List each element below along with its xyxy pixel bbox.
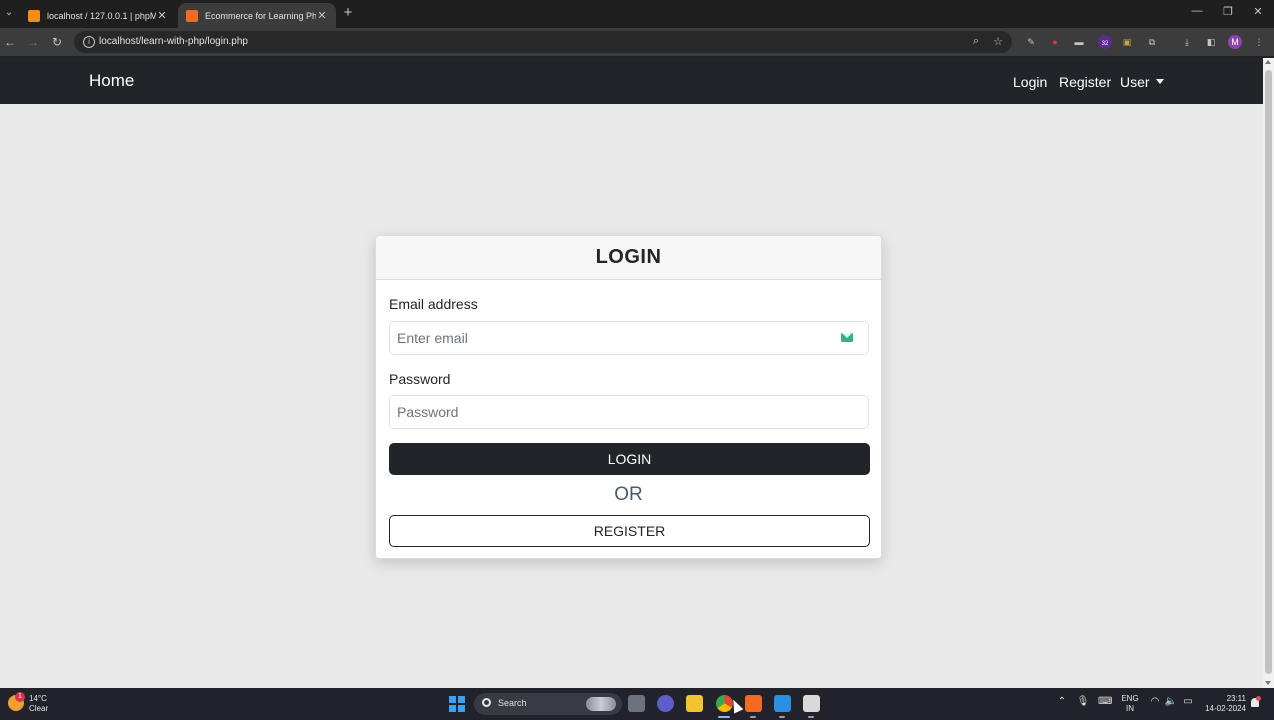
- close-tab-icon[interactable]: ✕: [316, 9, 328, 22]
- dark-extension-icon[interactable]: ▬: [1072, 35, 1086, 49]
- wallet-extension-icon[interactable]: ▣: [1120, 35, 1134, 49]
- address-url[interactable]: localhost/learn-with-php/login.php: [99, 36, 248, 47]
- xampp-icon[interactable]: [745, 695, 762, 712]
- scrollbar-thumb[interactable]: [1265, 70, 1272, 674]
- xampp-running-indicator: [750, 716, 756, 718]
- password-label: Password: [389, 371, 451, 387]
- eyedropper-extension-icon[interactable]: ✎: [1024, 35, 1038, 49]
- extension-badge: 32: [1101, 41, 1109, 47]
- red-extension-icon[interactable]: ●: [1048, 35, 1062, 49]
- volume-icon[interactable]: 🔈: [1164, 696, 1178, 707]
- navbar-brand-home[interactable]: Home: [89, 71, 134, 91]
- login-card-header: LOGIN: [376, 236, 881, 280]
- site-info-icon[interactable]: i: [83, 36, 95, 48]
- minimize-icon[interactable]: —: [1188, 5, 1206, 17]
- tab-title: localhost / 127.0.0.1 | phpMyAdmin: [47, 10, 156, 21]
- teams-icon[interactable]: [657, 695, 674, 712]
- scroll-down-arrow-icon[interactable]: [1265, 681, 1271, 685]
- page-viewport: Home Login Register User LOGIN Email add…: [0, 58, 1263, 688]
- bookmark-star-icon[interactable]: ☆: [991, 35, 1005, 48]
- weather-temperature[interactable]: 14°C: [29, 694, 47, 703]
- snipping-running-indicator: [808, 716, 814, 718]
- vscode-running-indicator: [779, 716, 785, 718]
- xampp-favicon-icon: [186, 9, 198, 22]
- windows-taskbar: 1 14°C Clear Search ⌃ 🎙 ⌨ ENG IN ◠ 🔈 ▭ 2…: [0, 688, 1274, 720]
- nav-dropdown-user[interactable]: User: [1120, 74, 1164, 90]
- login-card: LOGIN Email address Password LOGIN OR RE…: [375, 235, 882, 559]
- side-panel-icon[interactable]: ◧: [1204, 35, 1218, 49]
- weather-badge: 1: [15, 692, 25, 702]
- zoom-icon[interactable]: ⌕: [969, 35, 983, 48]
- purple-extension-icon[interactable]: 32: [1098, 35, 1112, 49]
- or-separator: OR: [614, 484, 643, 505]
- search-icon: [482, 698, 491, 707]
- nav-link-login[interactable]: Login: [1013, 74, 1047, 90]
- forward-icon[interactable]: →: [25, 34, 41, 50]
- email-autofill-icon[interactable]: [841, 333, 853, 342]
- language-line1: ENG: [1121, 694, 1139, 703]
- password-field[interactable]: [389, 395, 869, 429]
- tab-title: Ecommerce for Learning Php: [205, 10, 316, 21]
- taskbar-search-box[interactable]: Search: [474, 693, 622, 715]
- nav-link-register[interactable]: Register: [1059, 74, 1111, 90]
- login-title: LOGIN: [595, 246, 662, 268]
- extensions-puzzle-icon[interactable]: ⧉: [1145, 35, 1159, 49]
- nav-dropdown-user-label: User: [1120, 74, 1150, 90]
- caret-down-icon: [1155, 79, 1164, 84]
- tab-phpmyadmin[interactable]: localhost / 127.0.0.1 | phpMyAdmin ✕: [20, 3, 176, 28]
- clock-date: 14-02-2024: [1205, 704, 1246, 713]
- site-navbar: Home Login Register User: [0, 58, 1263, 104]
- battery-icon[interactable]: ▭: [1181, 696, 1195, 707]
- chrome-running-indicator: [718, 716, 730, 718]
- close-window-icon[interactable]: ✕: [1249, 5, 1267, 18]
- page-scrollbar[interactable]: [1263, 58, 1274, 688]
- close-tab-icon[interactable]: ✕: [156, 9, 168, 22]
- microphone-icon[interactable]: 🎙: [1076, 696, 1090, 707]
- download-icon[interactable]: ⤓: [1180, 35, 1194, 49]
- profile-avatar[interactable]: M: [1228, 35, 1242, 49]
- tab-ecommerce[interactable]: Ecommerce for Learning Php ✕: [178, 3, 336, 28]
- reload-icon[interactable]: ↻: [49, 34, 65, 50]
- phpmyadmin-favicon-icon: [28, 9, 40, 22]
- language-line2: IN: [1126, 704, 1134, 713]
- language-indicator[interactable]: ENG IN: [1121, 694, 1139, 714]
- clock-time: 23:11: [1226, 694, 1246, 703]
- weather-condition[interactable]: Clear: [29, 704, 48, 713]
- task-view-icon[interactable]: [628, 695, 645, 712]
- notification-dot-icon: [1256, 696, 1261, 701]
- taskbar-search-label: Search: [498, 698, 527, 708]
- wifi-icon[interactable]: ◠: [1148, 696, 1162, 707]
- address-bar[interactable]: i localhost/learn-with-php/login.php ⌕ ☆: [74, 31, 1012, 53]
- register-button[interactable]: REGISTER: [389, 515, 870, 547]
- back-icon[interactable]: ←: [2, 34, 18, 50]
- snipping-tool-icon[interactable]: [803, 695, 820, 712]
- email-field[interactable]: [389, 321, 869, 355]
- email-label: Email address: [389, 296, 478, 312]
- new-tab-button[interactable]: +: [341, 5, 355, 21]
- browser-toolbar: ← → ↻ i localhost/learn-with-php/login.p…: [0, 28, 1274, 56]
- search-highlight-icon: [586, 697, 616, 711]
- show-hidden-icons-chevron-icon[interactable]: ⌃: [1055, 696, 1069, 707]
- windows-start-icon[interactable]: [449, 696, 465, 712]
- more-menu-icon[interactable]: ⋮: [1252, 35, 1266, 49]
- keyboard-icon[interactable]: ⌨: [1098, 696, 1112, 707]
- file-explorer-icon[interactable]: [686, 695, 703, 712]
- restore-icon[interactable]: ❐: [1219, 5, 1237, 18]
- tab-search-button[interactable]: ⌄: [2, 6, 16, 20]
- vscode-icon[interactable]: [774, 695, 791, 712]
- scroll-up-arrow-icon[interactable]: [1265, 60, 1271, 64]
- browser-tab-strip: ⌄ localhost / 127.0.0.1 | phpMyAdmin ✕ E…: [0, 0, 1274, 28]
- login-button[interactable]: LOGIN: [389, 443, 870, 475]
- system-clock[interactable]: 23:11 14-02-2024: [1200, 694, 1246, 714]
